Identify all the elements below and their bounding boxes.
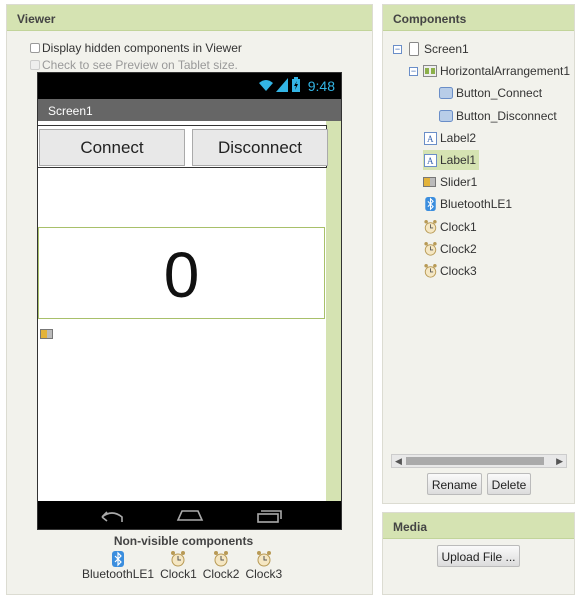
tree-item-label: Label2: [440, 131, 477, 145]
svg-text:A: A: [427, 134, 434, 144]
tree-item-button-disconnect[interactable]: Button_Disconnect: [439, 106, 557, 126]
scroll-left-icon[interactable]: ◀: [395, 456, 402, 467]
clock-icon: [171, 551, 186, 567]
tree-item-label: Screen1: [424, 42, 469, 56]
label-icon: A: [423, 153, 437, 167]
media-panel: Media Upload File ...: [382, 512, 575, 595]
tree-item-label: Button_Connect: [456, 86, 543, 100]
tree-horizontal-scrollbar[interactable]: ◀ ▶: [391, 454, 567, 468]
rename-button[interactable]: Rename: [427, 473, 482, 495]
tree-item-label: Label1: [440, 153, 477, 167]
horizontal-arrangement[interactable]: Connect Disconnect: [38, 125, 328, 168]
media-header: Media: [383, 513, 574, 539]
battery-icon: [292, 77, 300, 95]
nonvisible-components: BluetoothLE1 Clock1 Clock2 Clock3: [82, 551, 282, 581]
screen-title-bar: Screen1: [38, 99, 341, 121]
navigation-bar: [38, 501, 341, 529]
tree-item-label: Button_Disconnect: [456, 109, 557, 123]
collapse-toggle[interactable]: −: [393, 45, 402, 54]
button-icon: [439, 86, 453, 100]
home-icon: [176, 509, 204, 524]
tree-item-button-connect[interactable]: Button_Connect: [439, 83, 542, 103]
recents-icon: [256, 509, 282, 526]
tablet-preview-checkbox-row: Check to see Preview on Tablet size.: [30, 58, 238, 72]
tree-item-label: Slider1: [440, 175, 478, 189]
tree-item-clock3[interactable]: Clock3: [423, 261, 477, 281]
status-time: 9:48: [307, 78, 335, 94]
tree-item-label: Clock2: [440, 242, 477, 256]
clock-icon: [423, 242, 437, 256]
nonvisible-item-clock3[interactable]: Clock3: [245, 551, 282, 581]
label1-display[interactable]: 0: [38, 227, 325, 319]
tree-item-bluetoothle1[interactable]: BluetoothLE1: [423, 194, 512, 214]
tree-item-label1[interactable]: A Label1: [423, 150, 480, 170]
delete-button[interactable]: Delete: [487, 473, 531, 495]
display-hidden-checkbox[interactable]: [30, 43, 40, 53]
bluetooth-icon: [423, 197, 437, 211]
nonvisible-item-label: Clock1: [160, 567, 197, 581]
clock-icon: [214, 551, 229, 567]
nonvisible-item-label: Clock2: [202, 567, 240, 581]
label-icon: A: [423, 131, 437, 145]
nonvisible-title: Non-visible components: [113, 534, 254, 548]
disconnect-button[interactable]: Disconnect: [192, 129, 328, 166]
phone-preview: 9:48 Screen1 Connect Disconnect 0: [37, 72, 342, 530]
status-bar: 9:48: [38, 73, 341, 99]
slider-icon: [423, 175, 437, 189]
tree-item-clock2[interactable]: Clock2: [423, 239, 477, 259]
arrangement-icon: [423, 64, 437, 78]
bluetooth-icon: [112, 551, 125, 567]
tree-item-label2[interactable]: A Label2: [423, 128, 476, 148]
display-hidden-checkbox-row[interactable]: Display hidden components in Viewer: [30, 41, 242, 55]
collapse-toggle[interactable]: −: [409, 67, 418, 76]
screen-icon: [407, 42, 421, 56]
svg-text:A: A: [427, 156, 434, 166]
clock-icon: [423, 220, 437, 234]
signal-icon: [276, 78, 288, 95]
clock-icon: [256, 551, 271, 567]
components-header: Components: [383, 5, 574, 31]
nonvisible-item-label: BluetoothLE1: [82, 567, 155, 581]
upload-file-button[interactable]: Upload File ...: [437, 545, 520, 567]
tree-item-label: HorizontalArrangement1: [440, 64, 571, 78]
tree-item-horizontalarrangement1[interactable]: HorizontalArrangement1: [423, 61, 570, 81]
components-panel: Components − Screen1 − HorizontalArrange…: [382, 4, 575, 504]
nonvisible-item-clock1[interactable]: Clock1: [160, 551, 197, 581]
button-icon: [439, 109, 453, 123]
tree-item-screen1[interactable]: Screen1: [407, 39, 469, 59]
clock-icon: [423, 264, 437, 278]
nonvisible-item-clock2[interactable]: Clock2: [202, 551, 240, 581]
nonvisible-item-label: Clock3: [245, 567, 283, 581]
tree-item-slider1[interactable]: Slider1: [423, 172, 477, 192]
tree-item-label: Clock1: [440, 220, 477, 234]
viewer-header: Viewer: [7, 5, 372, 31]
screen-scrollbar: [326, 121, 341, 503]
scroll-right-icon[interactable]: ▶: [556, 456, 563, 467]
nonvisible-item-bluetoothle1[interactable]: BluetoothLE1: [82, 551, 154, 581]
slider-icon[interactable]: [40, 328, 54, 340]
tablet-preview-checkbox: [30, 60, 40, 70]
scroll-thumb[interactable]: [406, 457, 544, 465]
tablet-preview-label: Check to see Preview on Tablet size.: [42, 58, 238, 72]
tree-item-label: BluetoothLE1: [440, 197, 513, 211]
back-icon: [98, 509, 124, 526]
tree-item-clock1[interactable]: Clock1: [423, 217, 477, 237]
connect-button[interactable]: Connect: [39, 129, 185, 166]
wifi-icon: [258, 78, 274, 95]
tree-item-label: Clock3: [440, 264, 477, 278]
display-hidden-label: Display hidden components in Viewer: [42, 41, 242, 55]
